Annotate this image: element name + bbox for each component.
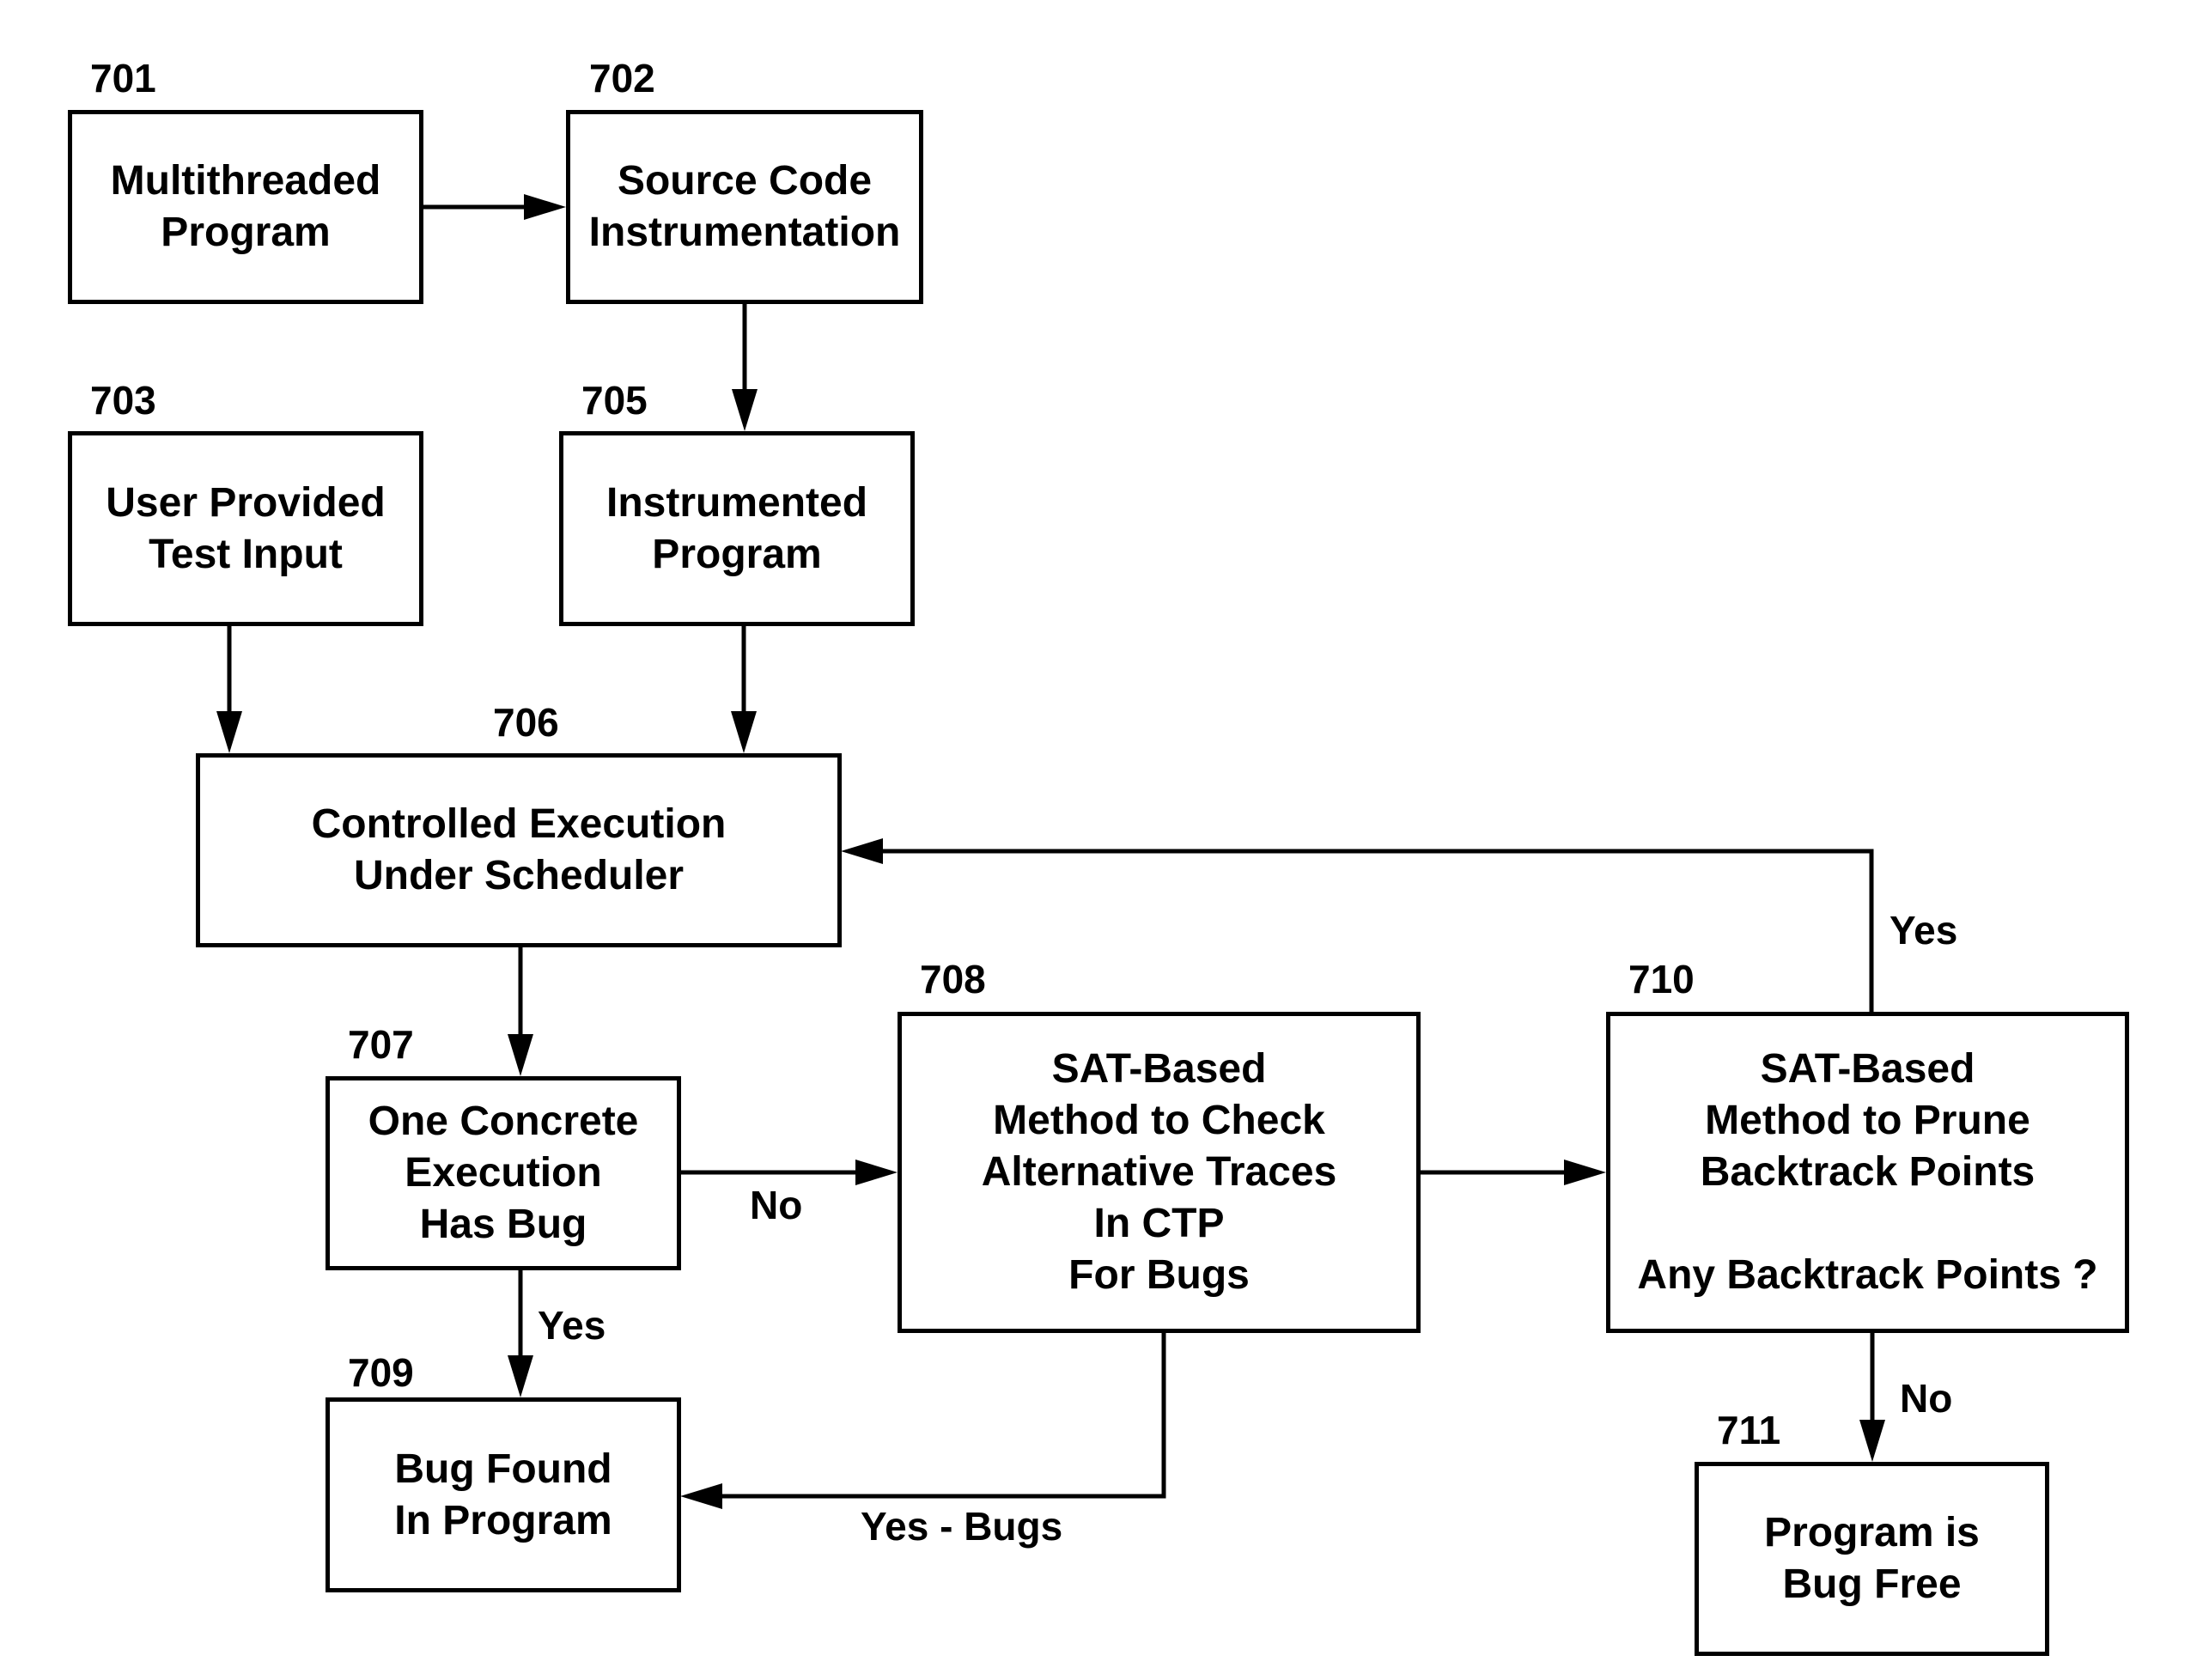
box-709-bug-found: Bug Found In Program bbox=[326, 1397, 681, 1592]
ref-label-709: 709 bbox=[348, 1350, 414, 1395]
box-text-line: Method to Check bbox=[993, 1098, 1325, 1143]
ref-label-702: 702 bbox=[589, 56, 655, 100]
arrowhead-702-705 bbox=[732, 389, 758, 431]
ref-label-707: 707 bbox=[348, 1022, 414, 1067]
box-text-line: Program bbox=[161, 210, 331, 255]
ref-label-706: 706 bbox=[493, 700, 559, 745]
box-text-line: Instrumented bbox=[605, 479, 868, 526]
box-text-line: Program bbox=[652, 531, 822, 577]
arrowhead-701-702 bbox=[524, 194, 566, 220]
box-710-sat-prune-backtrack-points: SAT-Based Method to Prune Backtrack Poin… bbox=[1606, 1012, 2129, 1333]
box-text-line: Method to Prune bbox=[1705, 1098, 2030, 1143]
box-text-line: SAT-Based bbox=[1051, 1046, 1267, 1092]
box-text-line: Controlled Execution bbox=[311, 801, 727, 847]
box-text-line: Under Scheduler bbox=[353, 853, 685, 898]
box-707-concrete-execution-has-bug: One Concrete Execution Has Bug bbox=[326, 1076, 681, 1270]
edge-708-709 bbox=[721, 1332, 1166, 1499]
box-text-line: Multithreaded bbox=[110, 158, 381, 204]
arrowhead-710-706 bbox=[841, 838, 883, 864]
ref-label-708: 708 bbox=[920, 957, 986, 1001]
box-text-line: One Concrete bbox=[368, 1099, 639, 1144]
box-text-line: Backtrack Points bbox=[1700, 1149, 2036, 1195]
box-703-user-provided-test-input: User Provided Test Input bbox=[68, 431, 423, 626]
arrowhead-708-710 bbox=[1564, 1160, 1606, 1185]
edge-label-707-708-no: No bbox=[750, 1183, 803, 1227]
ref-label-701: 701 bbox=[90, 56, 156, 100]
box-text-line: Has Bug bbox=[419, 1202, 587, 1247]
box-text-line: Bug Found bbox=[394, 1446, 612, 1492]
box-text-line: Any Backtrack Points ? bbox=[1637, 1252, 2098, 1298]
arrowhead-707-709 bbox=[508, 1355, 533, 1397]
ref-label-703: 703 bbox=[90, 378, 156, 423]
box-text-line bbox=[1862, 1198, 1873, 1250]
box-text-line: Bug Free bbox=[1782, 1561, 1962, 1607]
box-text-line: Instrumentation bbox=[588, 210, 901, 255]
box-706-controlled-execution: Controlled Execution Under Scheduler bbox=[196, 753, 842, 947]
ref-label-710: 710 bbox=[1628, 957, 1695, 1001]
box-711-program-bug-free: Program is Bug Free bbox=[1695, 1462, 2049, 1656]
box-text-line: Execution bbox=[405, 1150, 602, 1196]
box-text-line: In CTP bbox=[1093, 1201, 1225, 1246]
box-701-multithreaded-program: Multithreaded Program bbox=[68, 110, 423, 304]
edge-label-710-706-yes: Yes bbox=[1890, 908, 1958, 953]
arrowhead-708-709 bbox=[680, 1483, 722, 1509]
box-text-line: User Provided bbox=[106, 479, 386, 526]
edge-label-710-711-no: No bbox=[1900, 1376, 1953, 1421]
box-text-line: For Bugs bbox=[1068, 1252, 1250, 1298]
box-text-line: SAT-Based bbox=[1760, 1046, 1975, 1092]
arrowhead-707-708 bbox=[855, 1160, 898, 1185]
box-text-line: Source Code bbox=[617, 158, 873, 204]
box-text-line: In Program bbox=[394, 1497, 612, 1543]
box-text-line: Test Input bbox=[149, 531, 343, 577]
ref-label-705: 705 bbox=[581, 378, 648, 423]
arrowhead-706-707 bbox=[508, 1034, 533, 1076]
edge-label-708-709-yes-bugs: Yes - Bugs bbox=[861, 1504, 1063, 1549]
edge-label-707-709-yes: Yes bbox=[538, 1303, 606, 1348]
ref-label-711: 711 bbox=[1717, 1408, 1781, 1452]
arrowhead-705-706 bbox=[731, 711, 757, 753]
arrowhead-703-706 bbox=[216, 711, 242, 753]
box-text-line: Alternative Traces bbox=[981, 1149, 1337, 1195]
box-702-source-code-instrumentation: Source Code Instrumentation bbox=[566, 110, 923, 304]
edge-710-706 bbox=[881, 849, 1874, 1012]
box-708-sat-check-alternative-traces: SAT-Based Method to Check Alternative Tr… bbox=[898, 1012, 1421, 1333]
box-text-line: Program is bbox=[1764, 1510, 1980, 1555]
box-705-instrumented-program: Instrumented Program bbox=[559, 431, 915, 626]
arrowhead-710-711 bbox=[1859, 1420, 1885, 1462]
